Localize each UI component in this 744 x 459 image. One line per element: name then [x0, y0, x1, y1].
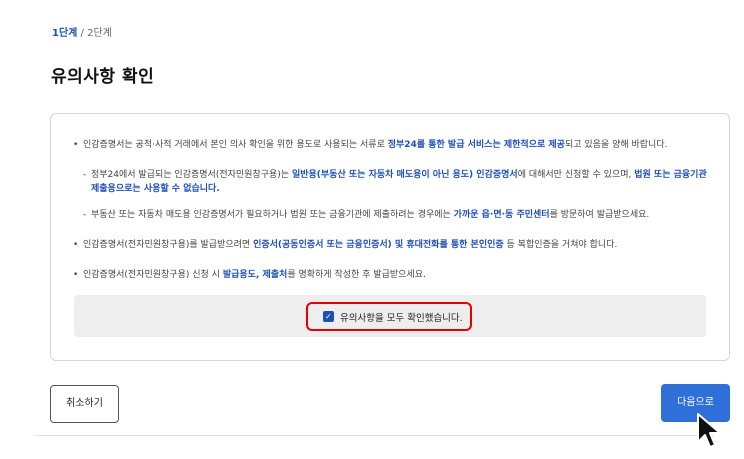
confirm-checkbox-highlight[interactable]: ✓ 유의사항을 모두 확인했습니다.	[306, 302, 472, 331]
notice-text: 부동산 또는 자동차 매도용 인감증명서가 필요하거나 법원 또는 금융기관에 …	[91, 210, 454, 220]
cancel-button[interactable]: 취소하기	[50, 385, 119, 423]
step-next: 2단계	[87, 28, 112, 39]
confirm-label[interactable]: 유의사항을 모두 확인했습니다.	[340, 310, 463, 324]
notice-item-3: 인감증명서(전자민원창구용) 신청 시 발급용도, 제출처를 명확하게 작성한 …	[73, 268, 713, 282]
notice-box: 인감증명서는 공적·사적 거래에서 본인 의사 확인을 위한 용도로 사용되는 …	[50, 113, 730, 361]
mouse-pointer-icon	[697, 413, 721, 448]
notice-item-1: 인감증명서는 공적·사적 거래에서 본인 의사 확인을 위한 용도로 사용되는 …	[73, 138, 713, 152]
notice-list: 인감증명서는 공적·사적 거래에서 본인 의사 확인을 위한 용도로 사용되는 …	[73, 138, 713, 298]
notice-text: 에 대해서만 신청할 수 있으며,	[517, 170, 635, 180]
notice-text: 인감증명서는 공적·사적 거래에서 본인 의사 확인을 위한 용도로 사용되는 …	[83, 140, 388, 150]
notice-text: 인감증명서(전자민원창구용) 신청 시	[83, 270, 223, 280]
step-current: 1단계	[52, 28, 78, 39]
notice-highlight: 정부24를 통한 발급 서비스는 제한적으로 제공	[387, 140, 565, 150]
notice-highlight: 가까운 읍·면·동 주민센터	[453, 210, 550, 220]
notice-sub-1: 정부24에서 발급되는 인감증명서(전자민원창구용)는 일반용(부동산 또는 자…	[73, 168, 713, 196]
confirm-checkbox[interactable]: ✓	[323, 311, 334, 322]
notice-text: 등 복합인증을 거쳐야 합니다.	[503, 240, 618, 250]
step-separator: /	[77, 28, 88, 39]
notice-text: 를 방문하여 발급받으세요.	[549, 210, 650, 220]
confirm-area: ✓ 유의사항을 모두 확인했습니다.	[74, 295, 706, 337]
notice-highlight: 일반용(부동산 또는 자동차 매도용이 아닌 용도) 인감증명서	[291, 170, 518, 180]
notice-sub-2: 부동산 또는 자동차 매도용 인감증명서가 필요하거나 법원 또는 금융기관에 …	[73, 208, 713, 222]
notice-highlight: 발급용도, 제출처	[222, 270, 288, 280]
notice-item-2: 인감증명서(전자민원창구용)를 발급받으려면 인증서(공동인증서 또는 금융인증…	[73, 238, 713, 252]
check-icon: ✓	[325, 312, 332, 321]
notice-text: 인감증명서(전자민원창구용)를 발급받으려면	[83, 240, 254, 250]
step-indicator: 1단계 / 2단계	[52, 24, 112, 39]
divider	[34, 435, 714, 436]
notice-highlight: 인증서(공동인증서 또는 금융인증서) 및 휴대전화를 통한 본인인증	[253, 240, 504, 250]
notice-text: 정부24에서 발급되는 인감증명서(전자민원창구용)는	[91, 170, 292, 180]
notice-text: 를 명확하게 작성한 후 발급받으세요.	[287, 270, 426, 280]
notice-text: 되고 있음을 양해 바랍니다.	[564, 140, 668, 150]
page-title: 유의사항 확인	[51, 67, 155, 87]
